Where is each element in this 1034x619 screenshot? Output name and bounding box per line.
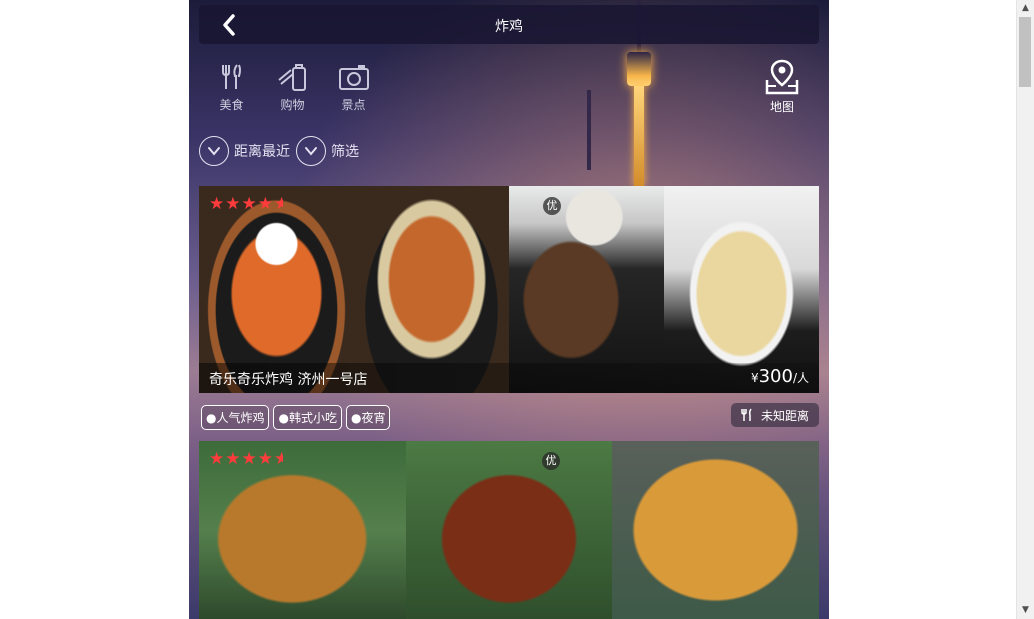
star-icon: ★ — [225, 449, 241, 469]
food-photo: 优 — [509, 186, 664, 393]
category-label: 景点 — [341, 98, 366, 112]
app-screen: 炸鸡 美食 购物 景点 地图 距离最近 筛选 优 ★ ★ ★ ★ ★ 奇乐奇乐炸… — [189, 0, 829, 619]
chevron-down-circle-icon — [296, 136, 326, 166]
scroll-thumb[interactable] — [1019, 17, 1031, 87]
map-button[interactable]: 地图 — [761, 58, 803, 115]
map-pin-icon — [765, 59, 799, 95]
filter-label: 距离最近 — [234, 144, 290, 160]
background-antenna — [587, 90, 591, 170]
rating-stars: ★ ★ ★ ★ ★ — [209, 196, 284, 213]
category-shopping[interactable]: 购物 — [262, 62, 323, 113]
star-icon: ★ — [257, 194, 273, 214]
category-label: 美食 — [219, 98, 244, 112]
food-photo — [354, 186, 509, 393]
distance-text: 未知距离 — [760, 408, 809, 423]
filter-bar: 距离最近 筛选 — [199, 136, 365, 166]
filter-label: 筛选 — [331, 144, 359, 160]
sort-distance-filter[interactable]: 距离最近 — [199, 136, 290, 166]
star-icon: ★ — [209, 194, 225, 214]
price-unit: /人 — [792, 371, 809, 385]
half-star-icon: ★ — [274, 451, 283, 468]
category-sights[interactable]: 景点 — [323, 62, 384, 113]
screen-filter[interactable]: 筛选 — [296, 136, 359, 166]
distance-badge: 未知距离 — [731, 403, 819, 427]
name-bar: 奇乐奇乐炸鸡 济州一号店 ¥300/人 — [199, 363, 819, 393]
utensils-icon — [741, 408, 752, 421]
page-title: 炸鸡 — [495, 19, 523, 35]
quality-badge: 优 — [543, 197, 561, 215]
top-nav-bar: 炸鸡 — [199, 5, 819, 44]
quality-badge: 优 — [542, 452, 560, 470]
utensils-icon — [221, 64, 241, 89]
category-label: 购物 — [280, 98, 305, 112]
tag-list: ●人气炸鸡 ●韩式小吃 ●夜宵 — [201, 405, 394, 430]
food-photo — [199, 186, 354, 393]
price: ¥300/人 — [751, 366, 809, 387]
star-icon: ★ — [241, 449, 257, 469]
currency-symbol: ¥ — [750, 371, 759, 385]
tag[interactable]: ●人气炸鸡 — [201, 405, 270, 430]
star-icon: ★ — [257, 449, 273, 469]
scroll-up-icon[interactable]: ▲ — [1017, 0, 1034, 17]
food-photo: 优 — [406, 441, 612, 619]
category-bar: 美食 购物 景点 — [201, 62, 384, 113]
photo-strip: 优 ★ ★ ★ ★ ★ — [199, 441, 819, 619]
map-label: 地图 — [769, 100, 794, 114]
scroll-down-icon[interactable]: ▼ — [1017, 602, 1034, 619]
shopping-bag-icon — [277, 64, 306, 91]
camera-icon — [338, 65, 369, 90]
tag[interactable]: ●韩式小吃 — [273, 405, 342, 430]
star-icon: ★ — [209, 449, 225, 469]
food-photo — [612, 441, 819, 619]
star-icon: ★ — [225, 194, 241, 214]
rating-stars: ★ ★ ★ ★ ★ — [209, 451, 284, 468]
food-photo — [664, 186, 819, 393]
price-value: 300 — [758, 366, 793, 387]
category-food[interactable]: 美食 — [201, 62, 262, 113]
tag[interactable]: ●夜宵 — [345, 405, 391, 430]
page-scrollbar[interactable]: ▲ ▼ — [1016, 0, 1034, 619]
star-icon: ★ — [241, 194, 257, 214]
half-star-icon: ★ — [274, 196, 283, 213]
chevron-down-circle-icon — [199, 136, 229, 166]
restaurant-card[interactable]: 优 ★ ★ ★ ★ ★ 奇乐奇乐炸鸡 济州一号店 ¥300/人 — [199, 186, 819, 431]
photo-strip: 优 ★ ★ ★ ★ ★ 奇乐奇乐炸鸡 济州一号店 ¥300/人 — [199, 186, 819, 393]
restaurant-card[interactable]: 优 ★ ★ ★ ★ ★ — [199, 441, 819, 619]
restaurant-name: 奇乐奇乐炸鸡 济州一号店 — [209, 372, 368, 388]
